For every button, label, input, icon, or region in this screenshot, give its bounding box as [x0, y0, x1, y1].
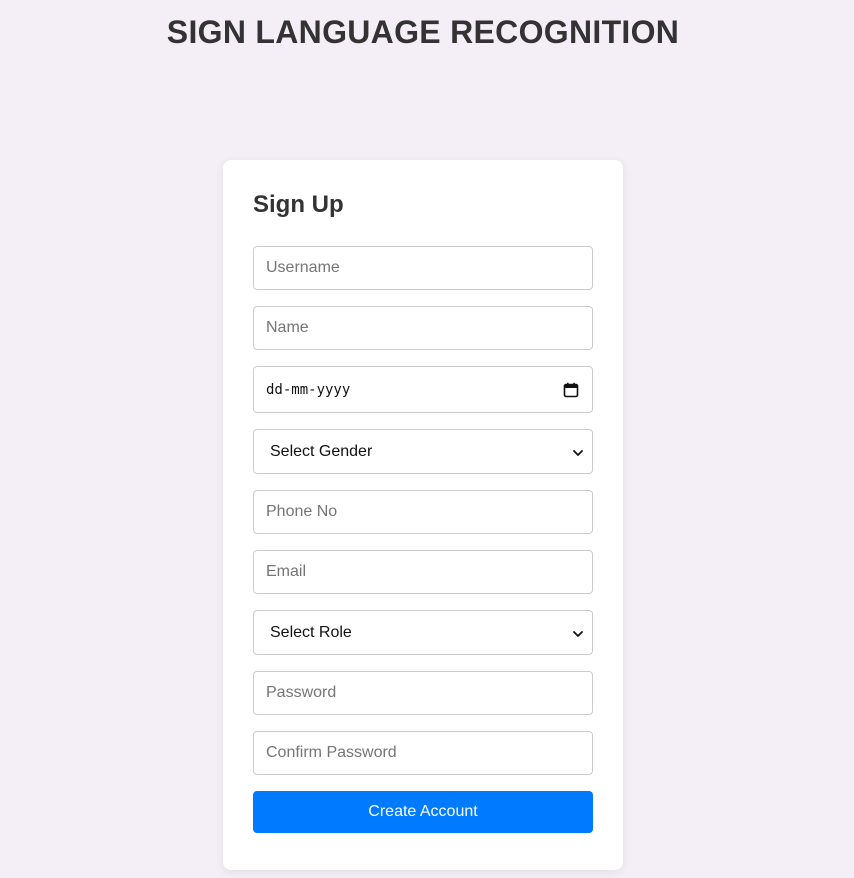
role-select[interactable]: Select Role — [253, 610, 593, 655]
page-title: SIGN LANGUAGE RECOGNITION — [166, 14, 680, 50]
email-input[interactable] — [253, 550, 593, 594]
calendar-icon[interactable] — [563, 382, 579, 398]
password-input[interactable] — [253, 671, 593, 715]
create-account-button[interactable]: Create Account — [253, 791, 593, 833]
confirm-password-input[interactable] — [253, 731, 593, 775]
chevron-down-icon — [572, 627, 584, 639]
dob-date-input[interactable]: dd-mm-yyyy — [253, 366, 593, 413]
signup-card: Sign Up dd-mm-yyyy Select Gender Select … — [223, 160, 623, 870]
form-title: Sign Up — [253, 191, 344, 218]
role-select-value: Select Role — [270, 623, 352, 641]
name-input[interactable] — [253, 306, 593, 350]
phone-input[interactable] — [253, 490, 593, 534]
chevron-down-icon — [572, 446, 584, 458]
username-input[interactable] — [253, 246, 593, 290]
gender-select-value: Select Gender — [270, 442, 373, 460]
dob-date-text: dd-mm-yyyy — [266, 381, 351, 398]
gender-select[interactable]: Select Gender — [253, 429, 593, 474]
